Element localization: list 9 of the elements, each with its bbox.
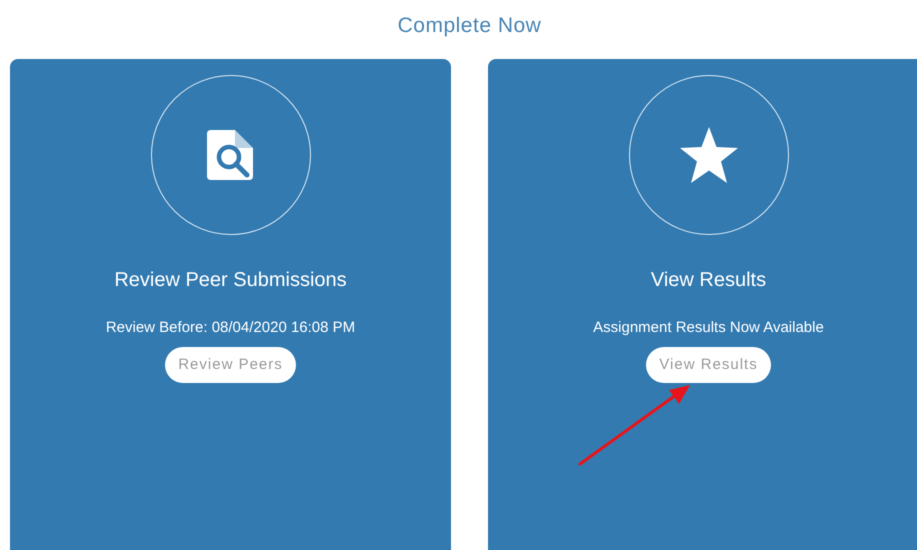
card-subtitle: Review Before: 08/04/2020 16:08 PM	[106, 318, 356, 338]
card-subtitle: Assignment Results Now Available	[593, 318, 824, 338]
section-heading: Complete Now	[398, 13, 542, 39]
star-icon	[680, 126, 738, 182]
card-title: Review Peer Submissions	[114, 268, 347, 292]
action-button[interactable]: Review Peers	[165, 347, 296, 383]
card-title: View Results	[650, 268, 766, 292]
action-button[interactable]: View Results	[646, 347, 771, 383]
document-search-icon	[206, 130, 254, 180]
